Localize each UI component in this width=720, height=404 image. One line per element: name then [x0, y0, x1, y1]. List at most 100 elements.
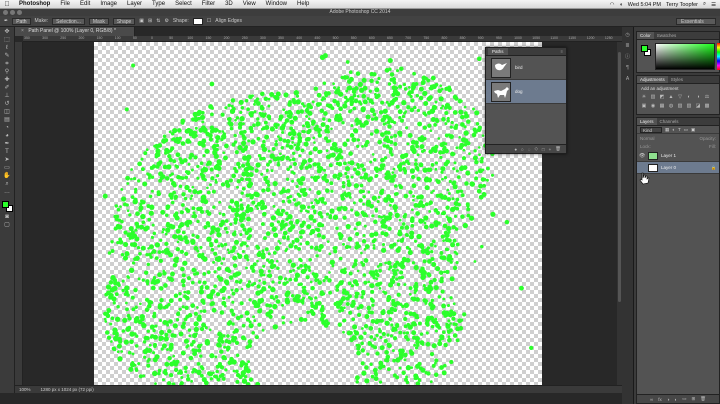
history-icon[interactable]: ◷ — [625, 32, 631, 38]
path-row-bird[interactable]: bird — [486, 56, 566, 80]
invert-icon[interactable]: ◍ — [668, 103, 674, 109]
tab-channels[interactable]: Channels — [657, 118, 682, 125]
path-ops-icon[interactable]: ▣ — [139, 18, 144, 24]
tab-layers[interactable]: Layers — [637, 118, 657, 125]
menu-window[interactable]: Window — [261, 1, 292, 7]
brush-tool-icon[interactable]: ✐ — [3, 85, 12, 91]
exposure-icon[interactable]: ▲ — [668, 94, 674, 100]
vibrance-icon[interactable]: ▽ — [677, 94, 683, 100]
panel-menu-icon[interactable]: ≡ — [561, 49, 563, 54]
document-tab[interactable]: × Path Panel @ 100% (Layer 0, RGB/8) * — [15, 27, 135, 36]
stroke-path-icon[interactable]: ○ — [521, 147, 524, 152]
levels-icon[interactable]: ▥ — [650, 94, 656, 100]
layer-row-layer-1[interactable]: 👁 Layer 1 — [637, 150, 719, 162]
color-lookup-icon[interactable]: ▦ — [659, 103, 665, 109]
spotlight-icon[interactable]: ⌕ — [703, 1, 706, 8]
new-path-icon[interactable]: + — [549, 147, 552, 152]
path-select-tool-icon[interactable]: ➤ — [3, 157, 12, 163]
posterize-icon[interactable]: ▨ — [677, 103, 683, 109]
workspace-dropdown[interactable]: Essentials — [676, 18, 716, 25]
adjustment-layer-icon[interactable]: ◐ — [674, 397, 677, 402]
gradient-tool-icon[interactable]: ▤ — [3, 117, 12, 123]
type-filter-icon[interactable]: T — [678, 127, 681, 132]
volume-icon[interactable]: ◖ — [619, 2, 622, 8]
menu-layer[interactable]: Layer — [122, 1, 147, 7]
doc-info[interactable]: 1280 px x 1024 px (72 ppi) — [41, 386, 94, 393]
marquee-tool-icon[interactable]: ⬚ — [3, 37, 12, 43]
black-white-icon[interactable]: ⚖ — [704, 94, 710, 100]
blend-mode-dropdown[interactable]: Normal — [640, 136, 655, 141]
menu-view[interactable]: View — [238, 1, 261, 7]
crop-tool-icon[interactable]: ⌗ — [3, 61, 12, 67]
stamp-tool-icon[interactable]: ⊥ — [3, 93, 12, 99]
character-icon[interactable]: A — [625, 76, 631, 82]
make-selection-button[interactable]: Selection... — [52, 17, 85, 25]
align-edges-checkbox[interactable]: ☐ — [207, 18, 211, 24]
menu-select[interactable]: Select — [170, 1, 197, 7]
properties-icon[interactable]: ≣ — [625, 43, 631, 49]
threshold-icon[interactable]: ▧ — [686, 103, 692, 109]
delete-path-icon[interactable]: 🗑 — [555, 146, 561, 152]
make-shape-button[interactable]: Shape — [112, 17, 136, 25]
menu-3d[interactable]: 3D — [220, 1, 238, 7]
minimize-window-button[interactable] — [10, 10, 15, 15]
curves-icon[interactable]: ◩ — [659, 94, 665, 100]
zoom-window-button[interactable] — [17, 10, 22, 15]
move-tool-icon[interactable]: ✥ — [3, 29, 12, 35]
type-tool-icon[interactable]: T — [3, 149, 12, 155]
healing-tool-icon[interactable]: ✚ — [3, 77, 12, 83]
delete-layer-icon[interactable]: 🗑 — [700, 396, 706, 402]
gradient-map-icon[interactable]: ▩ — [704, 103, 710, 109]
info-icon[interactable]: ⓘ — [625, 54, 631, 60]
link-layers-icon[interactable]: ∞ — [650, 397, 653, 402]
layer-mask-icon[interactable]: ◑ — [667, 397, 670, 402]
history-brush-tool-icon[interactable]: ↺ — [3, 101, 12, 107]
eyedropper-tool-icon[interactable]: ⚲ — [3, 69, 12, 75]
pen-tool-icon[interactable]: ✒ — [3, 141, 12, 147]
menubar-clock[interactable]: Wed 5:04 PM — [628, 2, 661, 8]
hue-saturation-icon[interactable]: ◐ — [686, 94, 692, 100]
quick-select-tool-icon[interactable]: ✎ — [3, 53, 12, 59]
eraser-tool-icon[interactable]: ◫ — [3, 109, 12, 115]
smart-filter-icon[interactable]: ▣ — [691, 127, 695, 133]
path-arrange-icon[interactable]: ⇅ — [156, 18, 160, 24]
new-layer-icon[interactable]: ⊞ — [691, 396, 695, 402]
tab-adjustments[interactable]: Adjustments — [637, 76, 668, 83]
menu-edit[interactable]: Edit — [75, 1, 95, 7]
menu-file[interactable]: File — [55, 1, 75, 7]
shape-filter-icon[interactable]: ▭ — [684, 127, 688, 133]
path-row-dog[interactable]: dog — [486, 80, 566, 104]
layer-style-icon[interactable]: fx — [658, 397, 662, 402]
selective-color-icon[interactable]: ◪ — [695, 103, 701, 109]
visibility-eye-icon[interactable]: 👁 — [639, 153, 645, 159]
close-document-icon[interactable]: × — [21, 28, 24, 34]
kind-filter-dropdown[interactable]: Kind — [640, 126, 662, 133]
vertical-ruler[interactable] — [15, 42, 23, 385]
color-picker-field[interactable] — [655, 43, 715, 70]
more-tools-icon[interactable]: … — [3, 189, 12, 195]
menu-filter[interactable]: Filter — [197, 1, 220, 7]
dodge-tool-icon[interactable]: ◕ — [3, 133, 12, 139]
zoom-tool-icon[interactable]: ⌕ — [3, 181, 12, 187]
menu-help[interactable]: Help — [292, 1, 314, 7]
shape-tool-icon[interactable]: ▭ — [3, 165, 12, 171]
menu-type[interactable]: Type — [147, 1, 170, 7]
blur-tool-icon[interactable]: ◔ — [3, 125, 12, 131]
load-selection-icon[interactable]: ◌ — [528, 147, 531, 152]
zoom-level[interactable]: 100% — [19, 386, 31, 393]
tab-color[interactable]: Color — [637, 32, 654, 39]
layer-name[interactable]: Layer 1 — [661, 153, 676, 158]
add-mask-icon[interactable]: □ — [542, 147, 545, 152]
apple-menu-icon[interactable]:  — [0, 1, 14, 8]
photo-filter-icon[interactable]: ▣ — [641, 103, 647, 109]
menu-image[interactable]: Image — [95, 1, 122, 7]
panel-foreground-color[interactable] — [641, 45, 648, 52]
menu-photoshop[interactable]: Photoshop — [14, 1, 55, 7]
make-mask-button[interactable]: Mask — [88, 17, 109, 25]
tab-styles[interactable]: Styles — [668, 76, 686, 83]
wifi-icon[interactable]: ◠ — [610, 2, 615, 8]
pen-tool-icon[interactable]: ✒ — [4, 18, 8, 24]
foreground-color[interactable] — [1, 201, 9, 208]
close-window-button[interactable] — [3, 10, 8, 15]
mode-dropdown[interactable]: Path — [12, 17, 31, 25]
